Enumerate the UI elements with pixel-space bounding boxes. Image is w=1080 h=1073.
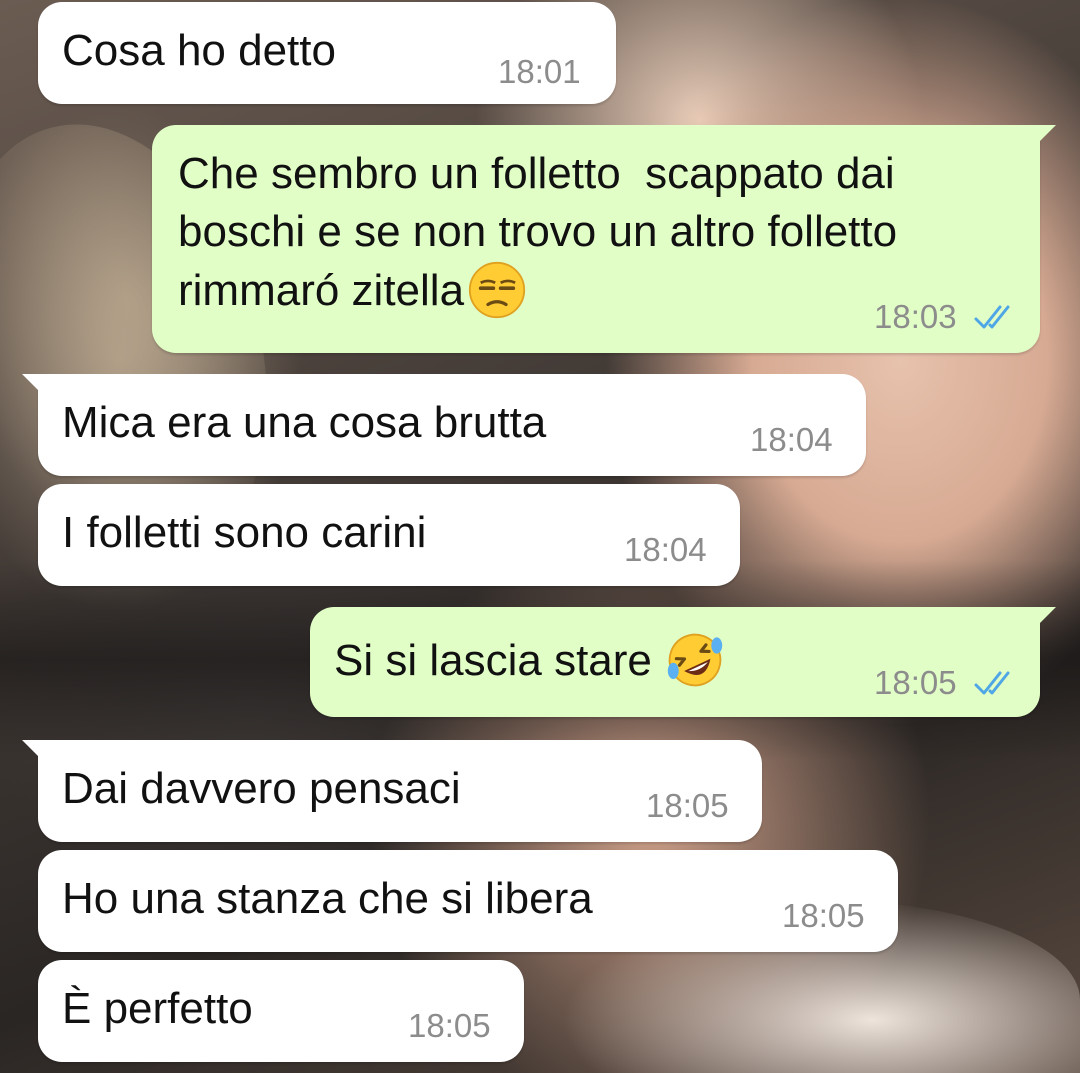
message-line: rimmaró zitella bbox=[178, 266, 465, 315]
message-time: 18:05 bbox=[874, 664, 957, 701]
message-time: 18:04 bbox=[750, 421, 833, 458]
message-bubble-incoming[interactable]: Ho una stanza che si libera 18:05 bbox=[38, 850, 898, 952]
message-text: Cosa ho detto bbox=[62, 26, 336, 75]
message-bubble-incoming[interactable]: Dai davvero pensaci 18:05 bbox=[22, 740, 762, 842]
unamused-face-emoji bbox=[468, 261, 526, 319]
message-line: Si si lascia stare bbox=[334, 636, 652, 685]
message-text: Che sembro un folletto scappato dai bosch… bbox=[178, 145, 897, 320]
message-time: 18:03 bbox=[874, 298, 957, 335]
message-line: Che sembro un folletto scappato dai bbox=[178, 149, 895, 198]
message-time: 18:04 bbox=[624, 531, 707, 568]
message-bubble-incoming[interactable]: È perfetto 18:05 bbox=[38, 960, 524, 1062]
read-double-tick-icon bbox=[974, 305, 1010, 329]
message-text: È perfetto bbox=[62, 984, 253, 1033]
message-text: Mica era una cosa brutta bbox=[62, 398, 547, 447]
message-text: Si si lascia stare bbox=[334, 631, 724, 690]
message-time: 18:05 bbox=[646, 787, 729, 824]
message-list[interactable]: Cosa ho detto 18:01 Che sembro un follet… bbox=[0, 0, 1080, 1073]
message-time: 18:05 bbox=[408, 1007, 491, 1044]
message-text: I folletti sono carini bbox=[62, 508, 427, 557]
message-bubble-incoming[interactable]: Cosa ho detto 18:01 bbox=[38, 2, 616, 104]
rolling-on-floor-laughing-emoji bbox=[667, 633, 723, 687]
message-bubble-outgoing[interactable]: Si si lascia stare 18:05 bbox=[310, 607, 1056, 717]
message-text: Ho una stanza che si libera bbox=[62, 874, 593, 923]
read-double-tick-icon bbox=[974, 671, 1010, 695]
message-line: boschi e se non trovo un altro folletto bbox=[178, 207, 898, 256]
message-bubble-incoming[interactable]: Mica era una cosa brutta 18:04 bbox=[22, 374, 866, 476]
message-time: 18:05 bbox=[782, 897, 865, 934]
message-time: 18:01 bbox=[498, 53, 581, 90]
message-text: Dai davvero pensaci bbox=[62, 764, 461, 813]
message-bubble-outgoing[interactable]: Che sembro un folletto scappato dai bosch… bbox=[152, 125, 1056, 353]
message-bubble-incoming[interactable]: I folletti sono carini 18:04 bbox=[38, 484, 740, 586]
